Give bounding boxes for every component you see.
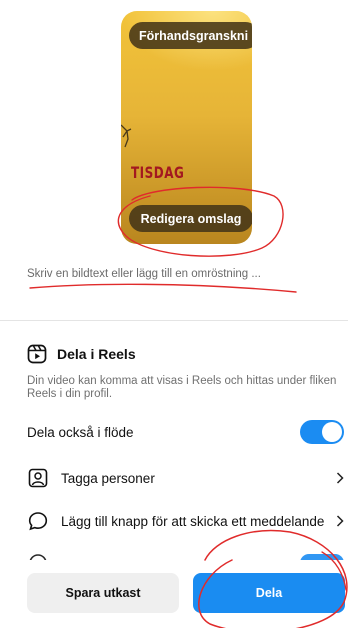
preview-button[interactable]: Förhandsgranskni xyxy=(129,22,252,49)
share-to-feed-label: Dela också i flöde xyxy=(27,424,134,440)
chevron-right-icon xyxy=(333,472,347,484)
share-to-feed-row: Dela också i flöde xyxy=(27,420,347,444)
reel-cover-preview[interactable]: Förhandsgranskni TISDAG Redigera omslag xyxy=(121,11,252,244)
save-draft-button[interactable]: Spara utkast xyxy=(27,573,179,613)
toggle-knob xyxy=(322,422,342,442)
tag-people-label: Tagga personer xyxy=(61,470,155,486)
message-button-label: Lägg till knapp för att skicka ett medde… xyxy=(61,513,325,529)
tag-person-icon xyxy=(27,467,49,489)
edit-cover-button[interactable]: Redigera omslag xyxy=(129,205,252,232)
cover-overlay-text: TISDAG xyxy=(131,163,185,182)
message-button-row[interactable]: Lägg till knapp för att skicka ett medde… xyxy=(27,510,347,532)
message-bubble-icon xyxy=(27,510,49,532)
share-button[interactable]: Dela xyxy=(193,573,345,613)
reels-icon xyxy=(27,344,47,364)
reels-title: Dela i Reels xyxy=(57,346,136,362)
caption-input[interactable]: Skriv en bildtext eller lägg till en omr… xyxy=(27,268,261,280)
divider xyxy=(0,320,348,321)
reels-description: Din video kan komma att visas i Reels oc… xyxy=(27,375,337,400)
tag-people-row[interactable]: Tagga personer xyxy=(27,467,347,489)
reels-section-header: Dela i Reels xyxy=(27,344,136,364)
figure-icon xyxy=(121,124,132,148)
chevron-right-icon xyxy=(333,515,347,527)
share-to-feed-toggle[interactable] xyxy=(300,420,344,444)
